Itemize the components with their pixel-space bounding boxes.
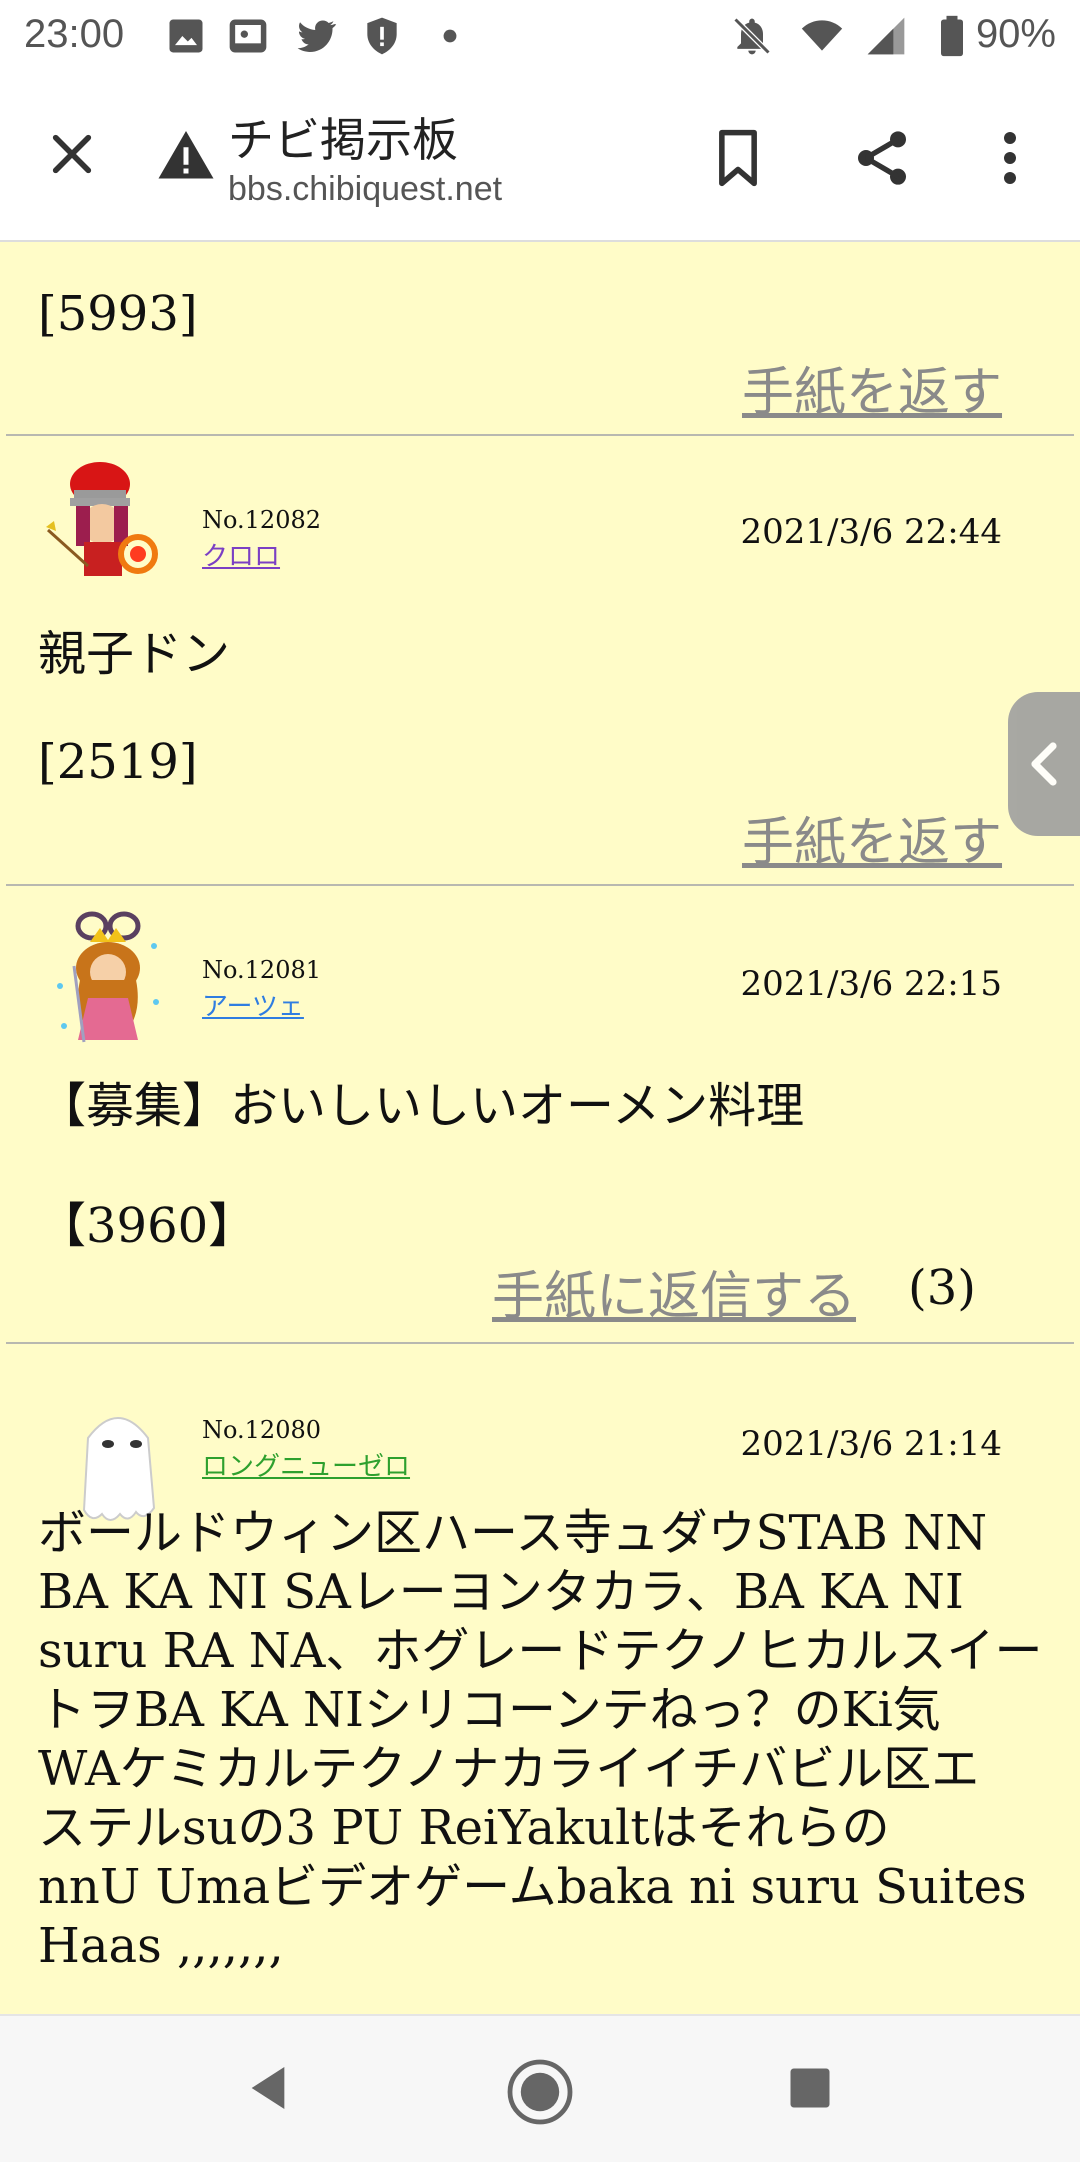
warning-icon[interactable]	[156, 126, 216, 186]
reply-letter-link[interactable]: 手紙に返信する	[492, 1254, 856, 1329]
author-link[interactable]: ロングニューゼロ	[202, 1446, 410, 1483]
post-divider	[6, 1342, 1074, 1344]
post-body-line: Haas ,,,,,,,	[38, 1918, 284, 1974]
reply-count: (3)	[908, 1260, 976, 1316]
page-url: bbs.chibiquest.net	[228, 170, 503, 208]
author-link[interactable]: アーツェ	[202, 986, 304, 1023]
status-bar: 23:00 90%	[0, 0, 1080, 72]
side-drawer-tab[interactable]	[1008, 692, 1080, 836]
back-icon[interactable]	[240, 2060, 296, 2116]
share-icon[interactable]	[850, 126, 914, 190]
post-number: No.12081	[202, 956, 322, 984]
twitter-icon	[297, 20, 337, 52]
bbs-post-list: [5993] 手紙を返す No.12082 クロロ 2021/3/6 22:44…	[0, 242, 1080, 2012]
post-body-line: トヲBA KA NIシリコーンテねっ？のKi気	[38, 1682, 941, 1738]
game-icon	[229, 19, 267, 53]
post-body-line: 親子ドン	[38, 626, 231, 682]
post-date: 2021/3/6 22:44	[740, 512, 1003, 552]
battery-percent: 90%	[975, 12, 1056, 56]
home-icon[interactable]	[504, 2056, 576, 2128]
avatar[interactable]	[44, 906, 174, 1046]
post-body: ボールドウィン区ハース寺ュダウSTAB NN BA KA NI SAレーヨンタカ…	[38, 1504, 1078, 1976]
post-date: 2021/3/6 22:15	[740, 964, 1003, 1004]
alert-icon	[367, 17, 397, 55]
custom-tab-toolbar: チビ掲示板 bbs.chibiquest.net	[0, 72, 1080, 242]
post-body-line: 【募集】おいしいしいオーメン料理	[38, 1078, 805, 1134]
post-number: No.12082	[202, 506, 322, 534]
post-body-line: ボールドウィン区ハース寺ュダウSTAB NN	[38, 1505, 988, 1561]
mute-icon	[733, 17, 771, 55]
post-body-line: nnU Umaビデオゲームbaka ni suru Suites	[38, 1859, 1027, 1915]
post-divider	[6, 884, 1074, 886]
signal-icon	[867, 17, 905, 55]
post-divider	[6, 434, 1074, 436]
post-date: 2021/3/6 21:14	[740, 1424, 1003, 1464]
system-navigation-bar	[0, 2014, 1080, 2162]
wifi-icon	[801, 20, 843, 51]
post-body-line: suru RA NA、ホグレードテクノヒカルスイー	[38, 1623, 1043, 1679]
page-title: チビ掲示板	[228, 114, 458, 166]
bookmark-icon[interactable]	[710, 128, 766, 188]
reply-letter-link[interactable]: 手紙を返す	[742, 350, 1002, 425]
post-body-line: ステルsuの3 PU ReiYakultはそれらの	[38, 1800, 890, 1856]
post-body-tail: [5993]	[38, 286, 198, 342]
post-body-line: WAケミカルテクノナカライイチバビル区エ	[38, 1741, 980, 1797]
post-body-line: BA KA NI SAレーヨンタカラ、BA KA NI	[38, 1564, 964, 1620]
post-body-line: [2519]	[38, 734, 198, 790]
dot-icon	[443, 29, 457, 43]
chevron-left-icon	[1031, 742, 1057, 786]
status-time: 23:00	[24, 12, 125, 56]
reply-letter-link[interactable]: 手紙を返す	[742, 800, 1002, 875]
close-icon[interactable]	[44, 126, 100, 182]
image-icon	[169, 19, 203, 53]
author-link[interactable]: クロロ	[202, 536, 280, 573]
post-body-line: 【3960】	[38, 1198, 257, 1254]
post-number: No.12080	[202, 1416, 322, 1444]
battery-icon	[941, 15, 963, 57]
avatar[interactable]	[40, 454, 170, 594]
recents-icon[interactable]	[784, 2062, 836, 2114]
more-options-icon[interactable]	[990, 128, 1030, 188]
